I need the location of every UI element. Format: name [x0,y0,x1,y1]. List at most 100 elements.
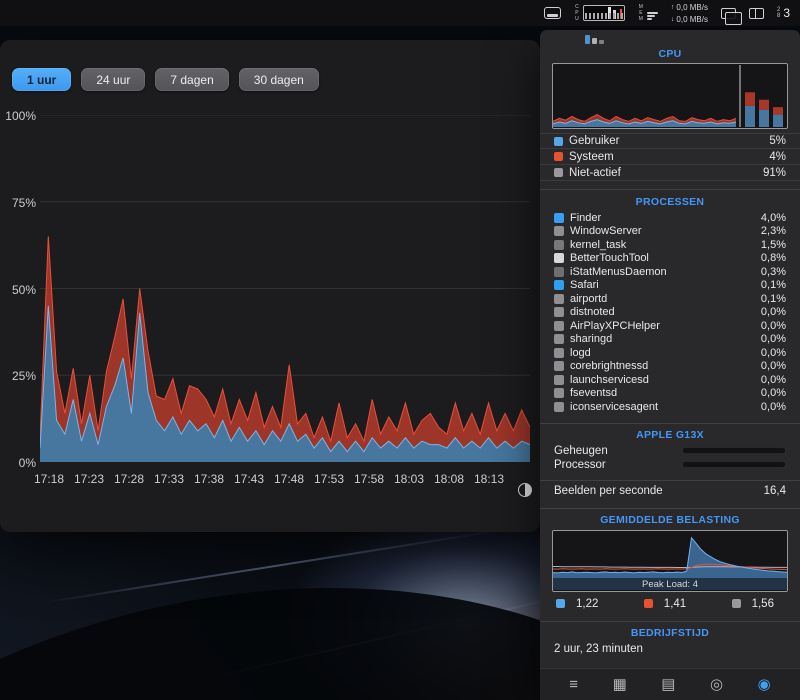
cpu-history-window: 1 uur 24 uur 7 dagen 30 dagen 100% 75% 5… [0,40,540,532]
download-speed: 0,0 MB/s [676,14,708,24]
istatmenusdaemon-app-icon [554,266,564,277]
process-name: kernel_task [570,238,627,251]
stat-value: 91% [762,166,786,179]
display-icon [543,7,561,19]
load-average-section: GEMIDDELDE BELASTING Peak Load: 4 1,22 1… [540,507,800,613]
processes-section-title: PROCESSEN [635,196,705,208]
load-5m-value: 1,41 [663,597,687,610]
y-axis-tick: 25% [11,369,36,383]
cpu-stat-row: Systeem 4% [540,149,800,165]
panel-bottom-dock: ≡ ▦ ▤ ◎ ◉ [540,668,800,700]
peak-load-label: Peak Load: 4 [553,577,787,591]
processes-section: PROCESSEN Finder 4,0% WindowServer 2,3% ke… [540,189,800,414]
stacked-windows-icon [720,7,742,25]
x-axis-tick: 17:23 [73,472,105,486]
y-axis-tick: 75% [11,196,36,210]
cpu-history-chart [40,115,530,462]
process-row-windowserver[interactable]: WindowServer 2,3% [540,225,800,239]
cpu-graph-icon[interactable]: ▦ [613,677,627,692]
load-average-graph-box: Peak Load: 4 [552,529,788,592]
x-axis-tick: 18:13 [473,472,505,486]
process-cpu-value: 2,3% [760,225,786,238]
panes-menu-extra[interactable] [748,7,764,19]
process-list: Finder 4,0% WindowServer 2,3% kernel_task 1… [540,211,800,414]
airportd-app-icon [554,293,564,304]
menubar-widget-peek-icon [585,33,604,44]
x-axis-tick: 18:03 [393,472,425,486]
process-name: distnoted [570,306,615,319]
finder-app-icon [554,212,564,223]
process-cpu-value: 0,3% [760,265,786,278]
process-row-iconservicesagent[interactable]: iconservicesagent 0,0% [540,400,800,414]
y-axis-tick: 0% [18,456,36,470]
process-row-kernel-task[interactable]: kernel_task 1,5% [540,238,800,252]
menu-bar: CPU MEM ↑ 0,0 MB/s ↓ 0,0 MB/s 2 8 3 [0,0,800,26]
kernel-task-app-icon [554,239,564,250]
launchservicesd-app-icon [554,374,564,385]
process-cpu-value: 0,0% [760,306,786,319]
cpu-stat-row: Gebruiker 5% [540,133,800,149]
process-cpu-value: 0,0% [760,346,786,359]
history-duration-clock-icon[interactable] [518,483,532,497]
process-row-sharingd[interactable]: sharingd 0,0% [540,333,800,347]
process-row-istatmenusdaemon[interactable]: iStatMenusDaemon 0,3% [540,265,800,279]
display-menu-extra[interactable] [543,7,561,19]
process-name: iconservicesagent [570,400,659,413]
gpu-section: APPLE G13X Geheugen Processor Beelden pe… [540,422,800,502]
badge-count: 3 [783,6,790,20]
process-row-distnoted[interactable]: distnoted 0,0% [540,306,800,320]
mem-widget-label: MEM [637,4,644,22]
process-cpu-value: 0,0% [760,373,786,386]
system-color-bullet [554,152,563,161]
load-1m-value: 1,22 [576,597,599,610]
uptime-value: 2 uur, 23 minuten [554,642,643,655]
network-compass-icon[interactable]: ◉ [758,677,771,692]
process-cpu-value: 0,0% [760,360,786,373]
process-row-logd[interactable]: logd 0,0% [540,346,800,360]
tab-30-days[interactable]: 30 dagen [238,68,319,91]
y-axis-tick: 50% [11,283,36,297]
istat-network-widget[interactable]: ↑ 0,0 MB/s ↓ 0,0 MB/s [671,3,708,24]
y-axis-tick: 100% [5,109,36,123]
process-row-finder[interactable]: Finder 4,0% [540,211,800,225]
stat-label: Systeem [569,150,614,163]
corebrightnessd-app-icon [554,361,564,372]
istat-cpu-widget[interactable]: CPU [574,4,625,22]
windows-menu-extra[interactable] [720,7,742,25]
tab-24-hours[interactable]: 24 uur [81,68,146,91]
x-axis-tick: 17:18 [33,472,65,486]
process-row-bettertouchtool[interactable]: BetterTouchTool 0,8% [540,252,800,266]
load-section-title: GEMIDDELDE BELASTING [600,513,740,526]
split-pane-icon [748,7,764,19]
list-icon[interactable]: ≡ [569,677,578,692]
x-axis-tick: 18:08 [433,472,465,486]
user-color-bullet [554,136,563,146]
cpu-section: CPU Gebruiker 5% Systeem 4% Niet-actief … [540,48,800,181]
process-row-fseventsd[interactable]: fseventsd 0,0% [540,387,800,401]
process-row-airplayxpchelper[interactable]: AirPlayXPCHelper 0,0% [540,319,800,333]
upload-arrow-icon: ↑ [670,3,675,11]
process-cpu-value: 1,5% [760,238,786,251]
stat-label: Niet-actief [569,166,621,179]
process-row-corebrightnessd[interactable]: corebrightnessd 0,0% [540,360,800,374]
airplayxpchelper-app-icon [554,320,564,331]
process-name: AirPlayXPCHelper [570,319,660,332]
idle-color-bullet [554,168,563,177]
gpu-memory-row: Geheugen [540,444,800,458]
process-row-launchservicesd[interactable]: launchservicesd 0,0% [540,373,800,387]
process-name: logd [570,346,591,359]
bettertouchtool-app-icon [554,253,564,264]
x-axis: 17:18 17:23 17:28 17:33 17:38 17:43 17:4… [34,472,530,486]
memory-icon[interactable]: ▤ [661,677,675,692]
tab-1-hour[interactable]: 1 uur [12,68,72,91]
istat-memory-widget[interactable]: MEM [638,4,658,22]
tab-7-days[interactable]: 7 dagen [155,68,229,91]
process-row-safari[interactable]: Safari 0,1% [540,279,800,293]
process-row-airportd[interactable]: airportd 0,1% [540,292,800,306]
load-15m-bullet [731,599,741,608]
upload-speed: 0,0 MB/s [676,2,708,12]
stat-digits-widget[interactable]: 2 8 3 [777,6,790,20]
disk-icon[interactable]: ◎ [710,677,723,692]
cpu-histogram-icon [582,5,625,21]
process-cpu-value: 0,8% [760,252,786,265]
